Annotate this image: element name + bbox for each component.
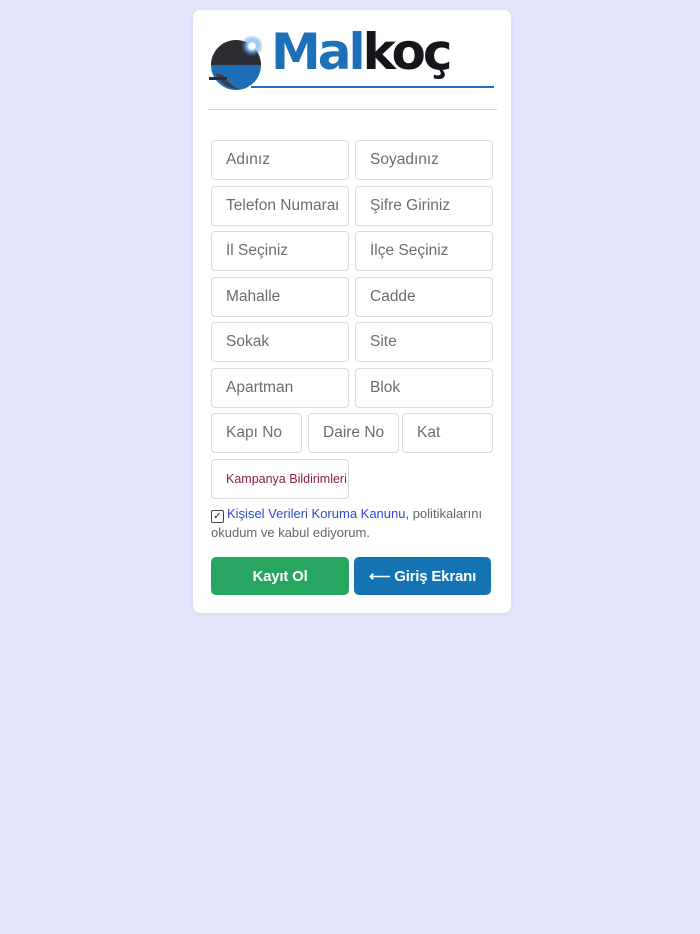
- kvkk-checkbox[interactable]: ✓: [211, 510, 224, 523]
- city-select[interactable]: [211, 231, 349, 271]
- register-card: Malkoç Kampanya Bildirimleri ✓Kişisel Ve…: [193, 10, 511, 613]
- floor-input[interactable]: [402, 413, 493, 453]
- login-screen-button[interactable]: ⟵ Giriş Ekranı: [354, 557, 491, 595]
- site-input[interactable]: [355, 322, 493, 362]
- phone-input[interactable]: [211, 186, 349, 226]
- flat-no-input[interactable]: [308, 413, 399, 453]
- logo-wordmark-part2: koç: [362, 23, 453, 81]
- campaign-notification-select[interactable]: Kampanya Bildirimleri: [211, 459, 349, 499]
- malkoc-logo: Malkoç: [209, 27, 494, 99]
- block-input[interactable]: [355, 368, 493, 408]
- register-button[interactable]: Kayıt Ol: [211, 557, 349, 595]
- kvkk-link[interactable]: Kişisel Verileri Koruma Kanunu,: [227, 506, 409, 521]
- door-no-input[interactable]: [211, 413, 302, 453]
- logo-wordmark-part1: Mal: [271, 23, 366, 81]
- last-name-input[interactable]: [355, 140, 493, 180]
- kvkk-consent: ✓ Kişisel Verileri Koruma Kanunu, politik…: [211, 504, 491, 542]
- header-divider: [208, 109, 497, 110]
- logo-underline: [251, 86, 494, 88]
- logo-wordmark: Malkoç: [271, 27, 453, 77]
- neighborhood-input[interactable]: [211, 277, 349, 317]
- avenue-input[interactable]: [355, 277, 493, 317]
- street-input[interactable]: [211, 322, 349, 362]
- first-name-input[interactable]: [211, 140, 349, 180]
- district-select[interactable]: [355, 231, 493, 271]
- water-drop-emblem-icon: [209, 35, 263, 90]
- apartment-input[interactable]: [211, 368, 349, 408]
- password-input[interactable]: [355, 186, 493, 226]
